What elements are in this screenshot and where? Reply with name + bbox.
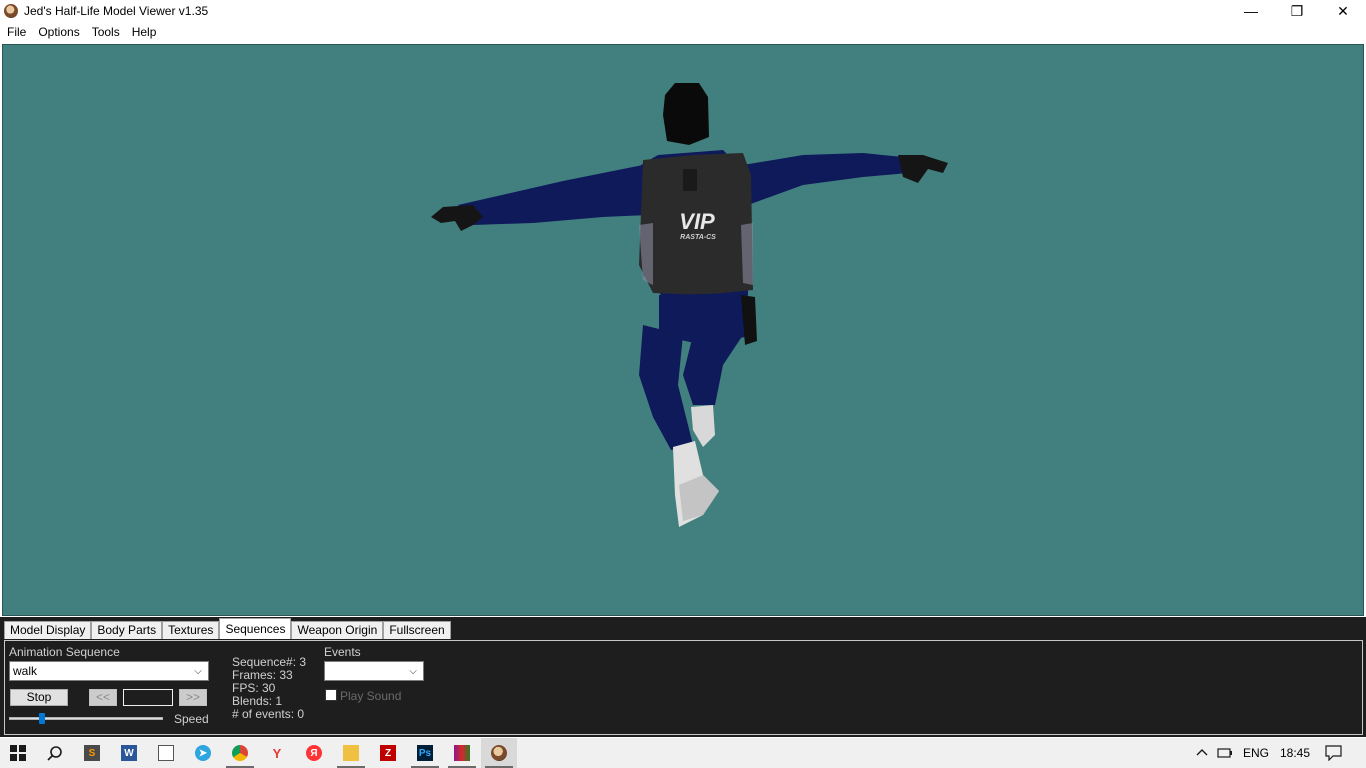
file-icon (158, 745, 174, 761)
chevron-up-icon[interactable] (1196, 747, 1208, 757)
vest-sublogo: RASTA-CS (680, 234, 716, 241)
menu-tools[interactable]: Tools (86, 22, 126, 42)
taskbar-word[interactable]: W (111, 738, 147, 768)
taskbar-telegram[interactable]: ➤ (185, 738, 221, 768)
frame-input[interactable] (123, 689, 173, 706)
animation-sequence-value: walk (13, 664, 38, 678)
events-select[interactable]: ⌵ (324, 661, 424, 681)
search-icon (47, 746, 62, 761)
tab-strip: Model Display Body Parts Textures Sequen… (4, 618, 451, 639)
title-bar: Jed's Half-Life Model Viewer v1.35 — ❐ ✕ (0, 0, 1366, 22)
language-indicator[interactable]: ENG (1243, 746, 1269, 760)
photoshop-icon: Ps (417, 745, 433, 761)
taskbar-file[interactable] (148, 738, 184, 768)
telegram-icon: ➤ (195, 745, 211, 761)
events-label: Events (324, 645, 361, 659)
menu-file[interactable]: File (0, 22, 32, 42)
event-count: # of events: 0 (232, 707, 305, 721)
frame-count: Frames: 33 (232, 668, 293, 682)
filezilla-icon: Z (380, 745, 396, 761)
tab-weapon-origin[interactable]: Weapon Origin (291, 621, 384, 639)
character-model: VIP RASTA-CS (431, 83, 948, 527)
app-icon[interactable] (4, 4, 18, 18)
speed-slider-thumb[interactable] (38, 713, 45, 724)
file-explorer-icon (343, 745, 359, 761)
speed-slider[interactable] (9, 717, 163, 720)
fps-value: FPS: 30 (232, 681, 276, 695)
play-sound-label: Play Sound (340, 689, 402, 703)
tab-sequences[interactable]: Sequences (219, 618, 292, 639)
taskbar: S W ➤ Y Я Z Ps ENG 18:45 (0, 738, 1366, 768)
taskbar-hlmv[interactable] (481, 738, 517, 768)
play-sound-checkbox[interactable] (325, 689, 337, 701)
tab-body-parts[interactable]: Body Parts (91, 621, 163, 639)
taskbar-file-explorer[interactable] (333, 738, 369, 768)
tab-fullscreen[interactable]: Fullscreen (383, 621, 451, 639)
chevron-down-icon: ⌵ (194, 665, 202, 677)
yandex-browser-icon: Y (272, 745, 282, 761)
taskbar-winrar[interactable] (444, 738, 480, 768)
sequence-number: Sequence#: 3 (232, 655, 307, 669)
yandex-icon: Я (306, 745, 322, 761)
vest-logo: VIP (679, 209, 715, 234)
winrar-icon (454, 745, 470, 761)
window-controls: — ❐ ✕ (1228, 0, 1366, 22)
taskbar-filezilla[interactable]: Z (370, 738, 406, 768)
maximize-button[interactable]: ❐ (1274, 0, 1320, 22)
taskbar-sublime[interactable]: S (74, 738, 110, 768)
clock[interactable]: 18:45 (1280, 746, 1310, 760)
menu-bar: File Options Tools Help (0, 22, 1366, 42)
battery-icon[interactable] (1217, 747, 1233, 759)
sublime-icon: S (84, 745, 100, 761)
sequences-panel: Animation Sequence walk ⌵ Stop << >> Spe… (4, 640, 1363, 735)
speed-label: Speed (174, 712, 209, 726)
hlmv-icon (491, 745, 507, 761)
minimize-button[interactable]: — (1228, 0, 1274, 22)
taskbar-yandex[interactable]: Я (296, 738, 332, 768)
previous-frame-button[interactable]: << (89, 689, 117, 706)
animation-sequence-label: Animation Sequence (9, 645, 120, 659)
taskbar-photoshop[interactable]: Ps (407, 738, 443, 768)
taskbar-chrome[interactable] (222, 738, 258, 768)
close-button[interactable]: ✕ (1320, 0, 1366, 22)
tab-textures[interactable]: Textures (162, 621, 220, 639)
window-title: Jed's Half-Life Model Viewer v1.35 (24, 4, 209, 18)
chevron-down-icon: ⌵ (409, 665, 417, 677)
blends-value: Blends: 1 (232, 694, 283, 708)
taskbar-yandex-browser[interactable]: Y (259, 738, 295, 768)
windows-icon (10, 745, 26, 761)
word-icon: W (121, 745, 137, 761)
chrome-icon (232, 745, 248, 761)
tab-model-display[interactable]: Model Display (4, 621, 92, 639)
search-button[interactable] (37, 738, 73, 768)
notification-icon[interactable] (1325, 745, 1342, 761)
stop-button[interactable]: Stop (10, 689, 68, 706)
menu-options[interactable]: Options (32, 22, 85, 42)
next-frame-button[interactable]: >> (179, 689, 207, 706)
menu-help[interactable]: Help (126, 22, 163, 42)
animation-sequence-select[interactable]: walk ⌵ (9, 661, 209, 681)
start-button[interactable] (0, 738, 36, 768)
model-viewport[interactable]: VIP RASTA-CS (2, 44, 1364, 616)
